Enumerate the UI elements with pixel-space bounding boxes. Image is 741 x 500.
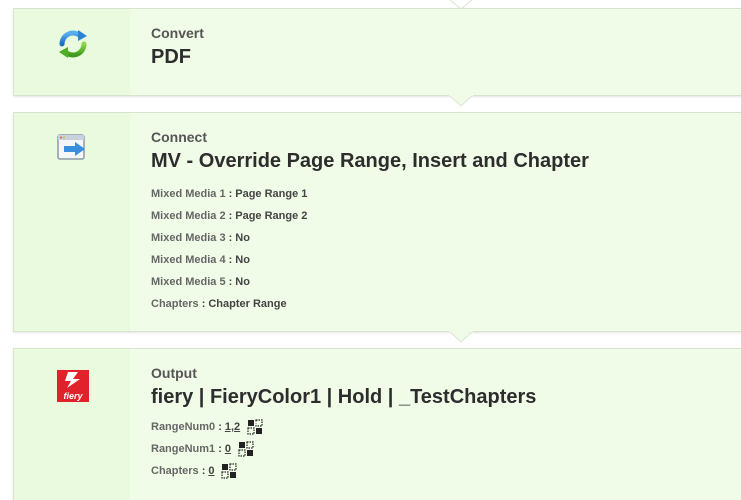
property-row: Mixed Media 1 : Page Range 1 — [151, 183, 741, 205]
step-type-label: Output — [151, 365, 197, 381]
variable-icon[interactable] — [221, 463, 238, 479]
property-value: No — [235, 276, 250, 288]
property-separator: : — [228, 210, 233, 222]
fiery-logo-icon: fiery — [56, 369, 90, 403]
property-separator: : — [201, 298, 206, 310]
property-value-link[interactable]: 1,2 — [225, 416, 240, 438]
variable-icon[interactable] — [247, 419, 263, 435]
property-key: Mixed Media 4 — [151, 254, 226, 266]
step-card-output[interactable]: fiery Output fiery | FieryColor1 | Hold … — [13, 348, 741, 500]
property-separator: : — [201, 465, 206, 477]
step-type-label: Connect — [151, 129, 207, 145]
connector-arrow — [449, 331, 473, 343]
property-row: Mixed Media 4 : No — [151, 249, 741, 271]
step-value: fiery | FieryColor1 | Hold | _TestChapte… — [151, 386, 537, 408]
property-value: Page Range 2 — [235, 210, 308, 222]
connector-arrow — [449, 95, 473, 107]
property-key: Mixed Media 2 — [151, 210, 226, 222]
step-type-label: Convert — [151, 25, 204, 41]
property-separator: : — [218, 443, 222, 455]
property-value: No — [235, 254, 250, 266]
property-separator: : — [228, 232, 233, 244]
property-value-link[interactable]: 0 — [225, 438, 231, 460]
refresh-arrows-icon — [56, 27, 90, 61]
property-key: Mixed Media 5 — [151, 276, 226, 288]
property-separator: : — [228, 188, 233, 200]
property-key: Chapters — [151, 298, 199, 310]
step-card-convert[interactable]: Convert PDF — [13, 8, 741, 96]
property-row: Mixed Media 3 : No — [151, 227, 741, 249]
step-properties: Mixed Media 1 : Page Range 1 Mixed Media… — [151, 183, 741, 315]
property-key: Chapters — [151, 465, 199, 477]
step-properties: RangeNum0 : 1,2 RangeNum1 : 0 Chapters:… — [151, 416, 741, 482]
property-row: RangeNum1 : 0 — [151, 438, 741, 460]
step-card-connect[interactable]: Connect MV - Override Page Range, Insert… — [13, 112, 741, 332]
property-value: No — [235, 232, 250, 244]
property-key: Mixed Media 1 — [151, 188, 226, 200]
variable-icon[interactable] — [238, 441, 254, 457]
property-separator: : — [228, 276, 233, 288]
property-key: RangeNum1 — [151, 443, 216, 455]
property-row: Chapters : Chapter Range — [151, 293, 741, 315]
step-value: MV - Override Page Range, Insert and Cha… — [151, 150, 589, 172]
property-key: Mixed Media 3 — [151, 232, 226, 244]
property-value-link[interactable]: 0 — [208, 460, 214, 482]
property-value: Page Range 1 — [235, 188, 308, 200]
step-value: PDF — [151, 46, 191, 68]
property-row: Mixed Media 2 : Page Range 2 — [151, 205, 741, 227]
property-separator: : — [218, 421, 222, 433]
property-key: RangeNum0 — [151, 421, 216, 433]
window-arrow-icon — [56, 131, 90, 165]
fiery-logo-text: fiery — [63, 391, 83, 401]
property-separator: : — [228, 254, 233, 266]
property-value: Chapter Range — [208, 298, 287, 310]
property-row: Chapters : 0 — [151, 460, 741, 482]
property-row: RangeNum0 : 1,2 — [151, 416, 741, 438]
property-row: Mixed Media 5 : No — [151, 271, 741, 293]
